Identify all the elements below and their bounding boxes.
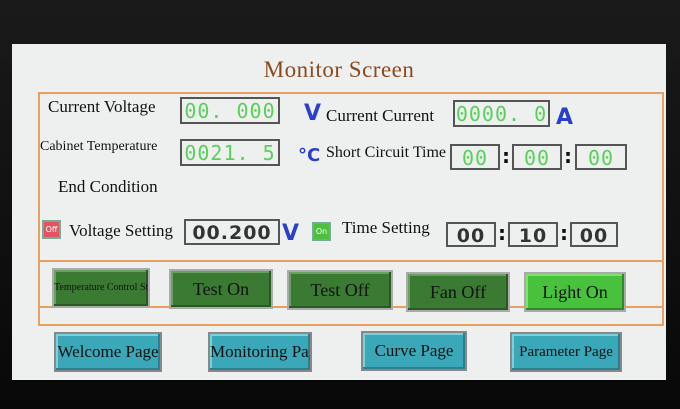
time-setting-hours[interactable]: 00: [446, 222, 496, 247]
current-current-display: 0000. 0: [453, 100, 550, 127]
time-setting-minutes[interactable]: 10: [508, 222, 558, 247]
page-title: Monitor Screen: [263, 57, 415, 82]
welcome-page-button[interactable]: Welcome Page: [54, 332, 162, 372]
current-voltage-label: Current Voltage: [48, 97, 156, 116]
time-separator: :: [502, 144, 510, 168]
voltage-setting-label: Voltage Setting: [69, 221, 174, 240]
end-condition-heading: End Condition: [58, 177, 158, 196]
cabinet-temperature-display: 0021. 5: [180, 139, 280, 166]
voltage-setting-input[interactable]: 00.200: [184, 219, 280, 245]
short-circuit-time-label: Short Circuit Time: [326, 144, 447, 161]
parameter-page-button[interactable]: Parameter Page: [510, 332, 622, 372]
current-unit: A: [556, 105, 574, 130]
test-on-button[interactable]: Test On: [169, 269, 273, 309]
time-separator: :: [564, 144, 572, 168]
cabinet-temperature-label: Cabinet Temperature: [40, 139, 158, 154]
time-setting-label: Time Setting: [342, 218, 430, 237]
current-current-label: Current Current: [326, 106, 435, 125]
fan-off-button[interactable]: Fan Off: [406, 272, 510, 312]
monitoring-page-button[interactable]: Monitoring Page: [208, 332, 312, 372]
short-circuit-hours: 00: [450, 144, 500, 170]
voltage-setting-unit: V: [282, 221, 300, 246]
temperature-control-start-button[interactable]: Temperature Control Start: [52, 268, 150, 308]
hmi-screen: Monitor Screen Current Voltage 00. 000 V…: [12, 44, 666, 380]
time-setting-seconds[interactable]: 00: [570, 222, 618, 247]
time-separator: :: [498, 221, 506, 245]
curve-page-button[interactable]: Curve Page: [361, 331, 467, 371]
short-circuit-minutes: 00: [512, 144, 562, 170]
light-on-button[interactable]: Light On: [524, 272, 626, 312]
test-off-button[interactable]: Test Off: [287, 270, 393, 310]
time-setting-toggle[interactable]: On: [312, 222, 331, 241]
voltage-setting-toggle[interactable]: Off: [42, 220, 61, 239]
temperature-unit: °C: [298, 145, 321, 166]
current-voltage-display: 00. 000: [180, 97, 280, 124]
time-separator: :: [560, 221, 568, 245]
voltage-unit: V: [304, 101, 322, 126]
short-circuit-seconds: 00: [575, 144, 627, 170]
